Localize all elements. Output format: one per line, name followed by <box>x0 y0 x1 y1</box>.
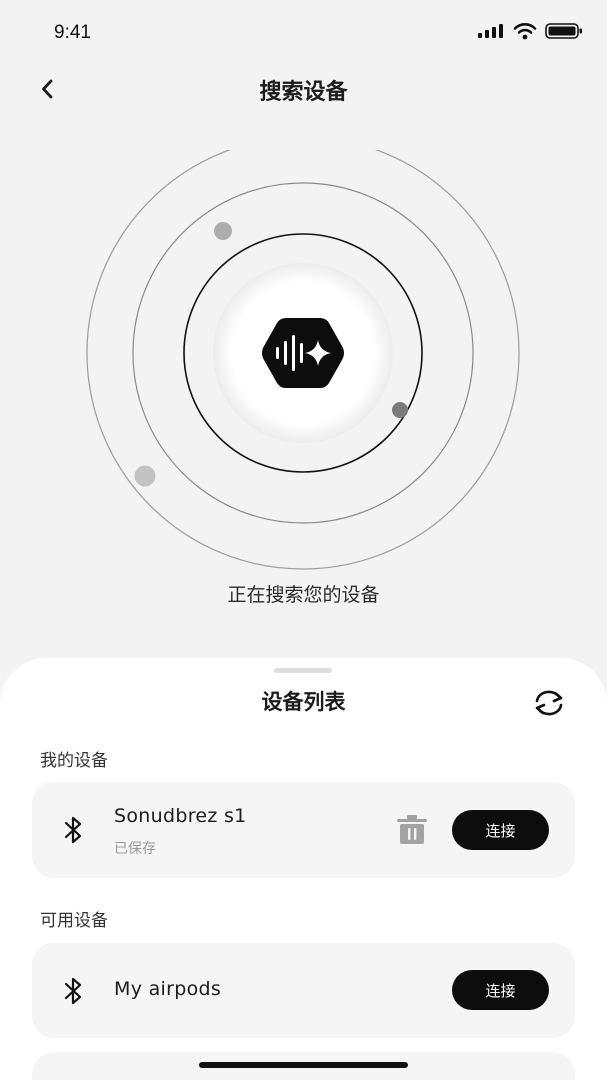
soundwave-sparkle-icon <box>262 318 344 388</box>
refresh-button[interactable] <box>529 686 569 720</box>
device-card-available[interactable]: My airpods 连接 <box>32 943 575 1038</box>
delete-device-button[interactable] <box>394 812 430 848</box>
trash-icon <box>397 815 427 844</box>
device-name: Sonudbrez s1 <box>114 805 247 827</box>
status-bar: 9:41 <box>0 0 607 64</box>
bluetooth-icon <box>64 977 82 1005</box>
wifi-icon <box>513 23 537 40</box>
nav-bar: 搜索设备 <box>0 64 607 112</box>
sheet-title: 设备列表 <box>261 690 346 714</box>
connect-button[interactable]: 连接 <box>452 970 549 1010</box>
refresh-icon <box>535 690 563 716</box>
device-name: My airpods <box>114 978 222 1000</box>
radar-graphic <box>86 150 520 570</box>
radar-dot <box>392 402 408 418</box>
available-devices-label: 可用设备 <box>40 911 108 931</box>
home-indicator <box>199 1062 408 1068</box>
search-status-text: 正在搜索您的设备 <box>227 584 380 606</box>
device-list-sheet: 设备列表 我的设备 Sonudbrez s1 已保存 连接 可用设备 My ai… <box>0 658 607 1080</box>
bluetooth-icon <box>64 816 82 844</box>
cellular-signal-icon <box>478 24 503 38</box>
battery-icon <box>545 23 582 39</box>
my-devices-label: 我的设备 <box>40 751 108 771</box>
sheet-drag-handle[interactable] <box>274 668 332 673</box>
status-icons <box>477 22 583 40</box>
status-time: 9:41 <box>54 22 91 43</box>
connect-button[interactable]: 连接 <box>452 810 549 850</box>
device-card-saved[interactable]: Sonudbrez s1 已保存 连接 <box>32 782 575 878</box>
radar-dot <box>214 222 232 240</box>
page-title: 搜索设备 <box>259 80 348 105</box>
device-status: 已保存 <box>114 841 156 857</box>
radar-dot <box>134 465 156 487</box>
